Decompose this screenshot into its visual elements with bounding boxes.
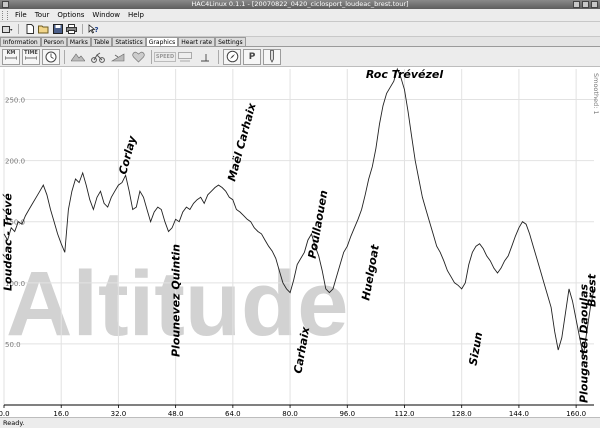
statusbar: Ready.	[0, 417, 600, 428]
compass-button[interactable]	[223, 48, 241, 65]
speed-button[interactable]: SPEED	[153, 49, 177, 65]
tab-person[interactable]: Person	[40, 37, 67, 46]
speed-label: SPEED	[153, 51, 177, 62]
tab-settings[interactable]: Settings	[215, 37, 246, 46]
clock-icon	[45, 51, 57, 62]
menubar-handle	[2, 10, 8, 20]
altitude-chart[interactable]: Altitude50.0100.0150.0200.0250.00.0 16.0 3…	[0, 67, 600, 418]
tab-graphics[interactable]: Graphics	[145, 37, 179, 46]
maximize-icon[interactable]	[582, 1, 589, 8]
close-icon[interactable]	[591, 1, 598, 8]
x-tick-label: 16.0	[53, 410, 69, 417]
x-tick-label: 128.0	[452, 410, 472, 417]
x-tick-label: 144.0	[509, 410, 529, 417]
place-annotation: Plounevez Quintin	[170, 244, 183, 357]
place-annotation: Huelgoat	[359, 243, 382, 302]
x-tick-label: 32.0	[111, 410, 127, 417]
x-tick-label: 112.0	[394, 410, 414, 417]
heart-icon	[131, 51, 145, 62]
window-menu-icon[interactable]	[2, 1, 9, 8]
save-icon[interactable]	[52, 24, 63, 35]
place-annotation: Corlay	[116, 134, 139, 176]
tab-bar: Information Person Marks Table Statistic…	[0, 37, 600, 47]
graphics-toolbar: KM TIME SPEED P	[0, 47, 600, 67]
place-annotation: Roc Trévézel	[366, 68, 444, 81]
tab-table[interactable]: Table	[90, 37, 113, 46]
graphics-toolbar-separator	[151, 49, 152, 64]
open-folder-icon[interactable]	[38, 24, 49, 35]
incline-icon	[111, 52, 125, 61]
place-annotation: Brest	[586, 273, 599, 307]
tab-marks[interactable]: Marks	[66, 37, 91, 46]
cyclist-icon	[91, 52, 105, 63]
menu-options[interactable]: Options	[53, 11, 88, 19]
graphics-toolbar-separator	[64, 49, 65, 64]
window-titlebar: HAC4Linux 0.1.1 - [20070822_0420_ciclosp…	[0, 0, 600, 9]
tab-statistics[interactable]: Statistics	[112, 37, 146, 46]
menubar: File Tour Options Window Help	[0, 9, 600, 22]
km-axis-button[interactable]: KM	[2, 48, 20, 65]
x-tick-label: 160.0	[566, 410, 586, 417]
main-toolbar: ?	[0, 22, 600, 37]
speed-average-icon	[178, 51, 192, 61]
status-text: Ready.	[3, 419, 25, 427]
slope-button[interactable]	[109, 49, 127, 65]
toolbar-separator	[82, 24, 83, 34]
x-tick-label: 48.0	[168, 410, 184, 417]
menu-tour[interactable]: Tour	[31, 11, 54, 19]
menu-window[interactable]: Window	[88, 11, 124, 19]
place-annotation: Loudéac - Trévé	[2, 193, 15, 291]
place-annotation: Sizun	[467, 331, 486, 367]
mountain-icon	[71, 52, 85, 61]
temperature-button[interactable]	[196, 49, 214, 65]
menu-file[interactable]: File	[11, 11, 31, 19]
whats-this-help-icon[interactable]: ?	[88, 24, 99, 35]
speed-avg-button[interactable]	[176, 49, 194, 65]
compass-icon	[226, 50, 238, 63]
smoothing-label: Smoothed: 1	[592, 73, 600, 115]
new-file-icon[interactable]	[24, 24, 35, 35]
device-icon[interactable]	[2, 24, 13, 35]
altitude-button[interactable]	[69, 49, 87, 65]
x-tick-label: 96.0	[339, 410, 355, 417]
toolbar-separator	[18, 24, 19, 34]
window-controls	[573, 1, 598, 8]
tab-information[interactable]: Information	[0, 37, 41, 46]
print-icon[interactable]	[66, 24, 77, 35]
minimize-icon[interactable]	[573, 1, 580, 8]
y-tick-label: 50.0	[5, 341, 21, 349]
chart-area[interactable]: Altitude 50.0 100.0 150.0 200.0 250.0 0.0 16.0 3…	[0, 67, 600, 418]
x-tick-label: 80.0	[282, 410, 298, 417]
x-tick-label: 64.0	[225, 410, 241, 417]
y-tick-label: 250.0	[5, 97, 25, 105]
p-label: P	[248, 51, 256, 62]
graphics-toolbar-separator	[218, 49, 219, 64]
pen-icon	[270, 50, 274, 63]
y-tick-label: 200.0	[5, 158, 25, 166]
clock-button[interactable]	[42, 48, 60, 65]
place-annotation: Poullaouen	[306, 189, 331, 259]
time-axis-button[interactable]: TIME	[22, 48, 40, 65]
tab-heart-rate[interactable]: Heart rate	[178, 37, 216, 46]
heart-rate-button[interactable]	[129, 49, 147, 65]
pulse-button[interactable]: P	[243, 48, 261, 65]
bike-button[interactable]	[89, 49, 107, 65]
svg-text:?: ?	[95, 26, 99, 34]
place-annotation: Maël Carhaix	[225, 101, 259, 183]
pen-button[interactable]	[263, 48, 281, 65]
x-tick-label: 0.0	[0, 410, 10, 417]
window-title: HAC4Linux 0.1.1 - [20070822_0420_ciclosp…	[191, 0, 409, 8]
menu-help[interactable]: Help	[124, 11, 148, 19]
slope-angle-icon	[201, 53, 209, 61]
